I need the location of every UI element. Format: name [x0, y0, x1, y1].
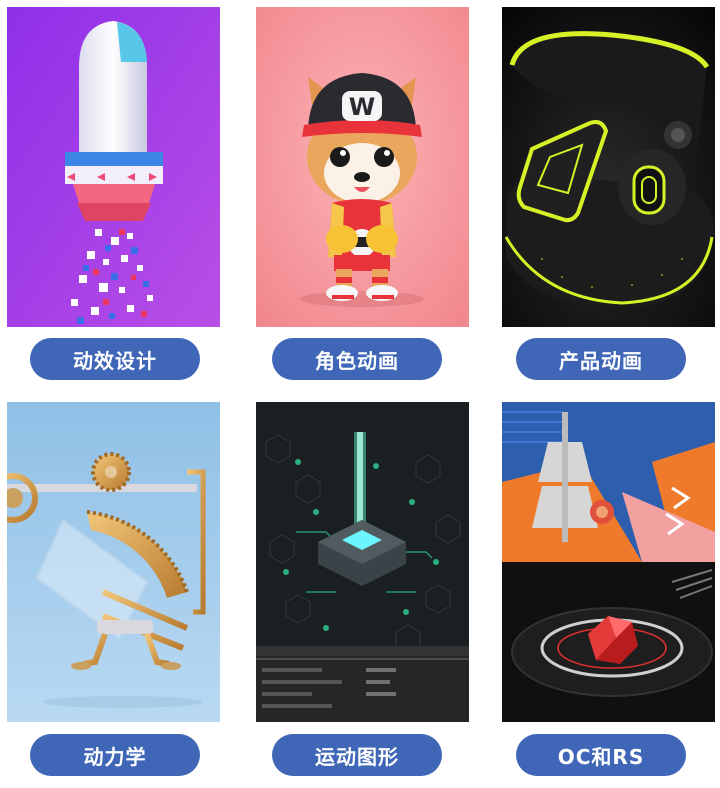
category-label-motion-design[interactable]: 动效设计	[30, 338, 200, 380]
thumbnail-dynamics[interactable]	[7, 402, 220, 722]
category-label-dynamics[interactable]: 动力学	[30, 734, 200, 776]
thumbnail-motion-graphics[interactable]	[256, 402, 469, 722]
thumbnail-character-animation[interactable]: W	[256, 7, 469, 327]
oc-rs-render-illustration	[502, 402, 715, 722]
thumbnail-product-animation[interactable]	[502, 7, 715, 327]
thumbnail-motion-design[interactable]	[7, 7, 220, 327]
gears-machine-illustration	[7, 402, 220, 722]
earbuds-product-illustration	[502, 7, 715, 327]
thumbnail-oc-and-rs[interactable]	[502, 402, 715, 722]
category-label-oc-and-rs[interactable]: OC和RS	[516, 734, 686, 776]
dog-character-illustration: W	[256, 7, 469, 327]
rocket-illustration	[7, 7, 220, 327]
motion-graphics-illustration	[256, 402, 469, 722]
category-label-character-animation[interactable]: 角色动画	[272, 338, 442, 380]
category-label-motion-graphics[interactable]: 运动图形	[272, 734, 442, 776]
cap-logo-letter: W	[349, 93, 375, 121]
category-label-product-animation[interactable]: 产品动画	[516, 338, 686, 380]
